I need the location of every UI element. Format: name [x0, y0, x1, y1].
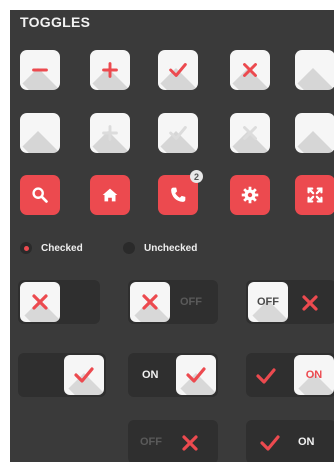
- toggle-knob[interactable]: OFF: [248, 282, 288, 322]
- toggle-knob[interactable]: ON: [294, 355, 334, 395]
- icon-tile-gear[interactable]: [230, 175, 270, 215]
- minus-icon: [29, 59, 51, 81]
- x-icon: [239, 122, 261, 144]
- icon-tile-blank[interactable]: [295, 50, 334, 90]
- blank-icon: [29, 122, 51, 144]
- toggles-panel: TOGGLES 2 Checked Unchecked OFF OFF ON ON OFF…: [10, 10, 334, 462]
- icon-tile-expand[interactable]: [295, 175, 334, 215]
- home-icon: [99, 184, 121, 206]
- plus-icon: [99, 59, 121, 81]
- icon-tile-plus[interactable]: [90, 50, 130, 90]
- icon-tile-home[interactable]: [90, 175, 130, 215]
- check-icon: [254, 364, 278, 388]
- radio-dot: [23, 245, 29, 251]
- blank-icon: [304, 59, 326, 81]
- toggle-switch[interactable]: ON: [128, 353, 218, 397]
- notification-badge: 2: [190, 170, 203, 183]
- toggle-switch[interactable]: [18, 280, 100, 324]
- x-icon: [178, 431, 202, 455]
- toggle-state-label: OFF: [140, 436, 162, 448]
- toggle-switch[interactable]: OFF: [128, 280, 218, 324]
- check-icon: [167, 122, 189, 144]
- icon-tile-plus[interactable]: [90, 113, 130, 153]
- knob-label: OFF: [257, 296, 279, 308]
- gear-icon: [239, 184, 261, 206]
- check-icon: [258, 431, 282, 455]
- toggle-knob[interactable]: [64, 355, 104, 395]
- check-icon: [167, 59, 189, 81]
- toggle-switch[interactable]: ON: [246, 353, 334, 397]
- section-title: TOGGLES: [20, 14, 91, 30]
- radio-checked-icon[interactable]: [20, 242, 32, 254]
- icon-tile-blank[interactable]: [295, 113, 334, 153]
- toggle-switch[interactable]: [18, 353, 106, 397]
- plus-icon: [99, 122, 121, 144]
- radio-label: Unchecked: [144, 242, 198, 254]
- x-icon: [298, 291, 322, 315]
- x-icon: [138, 290, 162, 314]
- x-icon: [239, 59, 261, 81]
- icon-tile-blank[interactable]: [20, 113, 60, 153]
- radio-unchecked-icon[interactable]: [123, 242, 135, 254]
- toggle-switch[interactable]: ON: [246, 420, 334, 462]
- toggle-switch[interactable]: OFF: [246, 280, 334, 324]
- search-icon: [29, 184, 51, 206]
- toggle-knob[interactable]: [130, 282, 170, 322]
- toggle-switch[interactable]: OFF: [128, 420, 218, 462]
- check-icon: [184, 363, 208, 387]
- expand-icon: [304, 184, 326, 206]
- phone-icon: [167, 184, 189, 206]
- icon-tile-x[interactable]: [230, 50, 270, 90]
- blank-icon: [304, 122, 326, 144]
- icon-tile-x[interactable]: [230, 113, 270, 153]
- icon-tile-search[interactable]: [20, 175, 60, 215]
- x-icon: [28, 290, 52, 314]
- radio-unchecked[interactable]: Unchecked: [123, 242, 197, 254]
- radio-label: Checked: [41, 242, 83, 254]
- radio-checked[interactable]: Checked: [20, 242, 83, 254]
- icon-tile-check[interactable]: [158, 113, 198, 153]
- toggle-knob[interactable]: [20, 282, 60, 322]
- icon-tile-minus[interactable]: [20, 50, 60, 90]
- toggle-state-label: ON: [298, 436, 315, 448]
- toggle-state-label: OFF: [180, 296, 202, 308]
- toggle-state-label: ON: [142, 369, 159, 381]
- knob-label: ON: [305, 369, 323, 381]
- toggle-knob[interactable]: [176, 355, 216, 395]
- check-icon: [72, 363, 96, 387]
- icon-tile-check[interactable]: [158, 50, 198, 90]
